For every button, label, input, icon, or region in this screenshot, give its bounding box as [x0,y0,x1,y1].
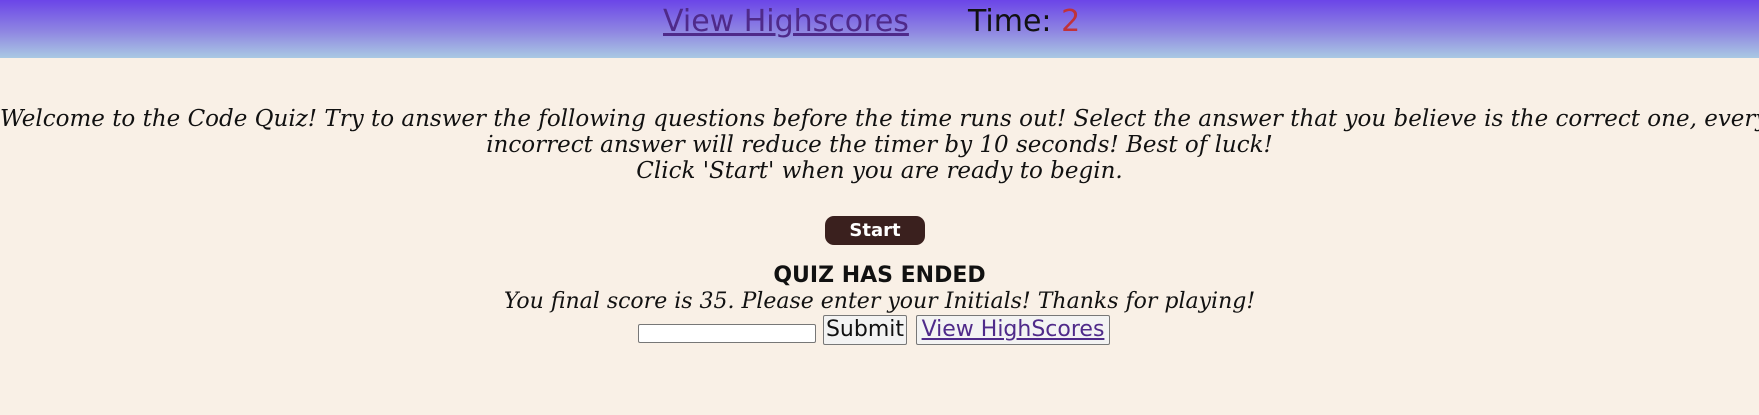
view-highscores-link[interactable]: View Highscores [663,4,909,40]
initials-input[interactable] [638,324,816,343]
welcome-line-3: Click 'Start' when you are ready to begi… [636,158,1123,184]
welcome-line-1: Welcome to the Code Quiz! Try to answer … [0,106,1759,132]
welcome-text: Welcome to the Code Quiz! Try to answer … [0,106,1759,184]
timer-value: 2 [1061,4,1081,39]
quiz-ended-title: QUIZ HAS ENDED [773,263,986,288]
view-highscores-button[interactable]: View HighScores [916,315,1110,345]
top-header: View Highscores Time: 2 [0,0,1759,58]
start-button[interactable]: Start [825,216,925,245]
welcome-line-2: incorrect answer will reduce the timer b… [486,132,1273,158]
timer: Time: 2 [968,4,1080,40]
submit-button[interactable]: Submit [823,315,907,345]
timer-label: Time: [968,4,1052,39]
final-score-message: You final score is 35. Please enter your… [503,289,1256,314]
